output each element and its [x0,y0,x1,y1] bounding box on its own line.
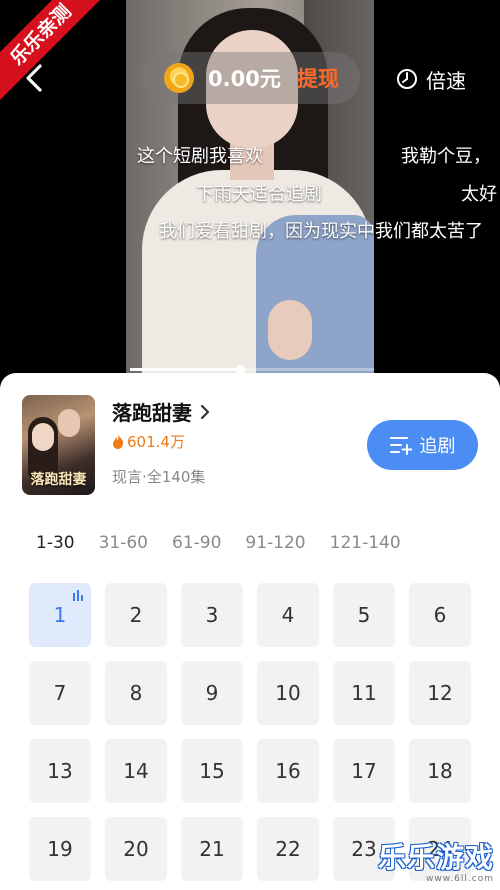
episode-number: 6 [433,603,447,627]
episode-item[interactable]: 16 [257,739,319,803]
poster-figure [58,409,80,437]
episode-item[interactable]: 8 [105,661,167,725]
episode-item[interactable]: 14 [105,739,167,803]
episode-item[interactable]: 12 [409,661,471,725]
episode-item[interactable]: 7 [29,661,91,725]
video-figure-hand [268,300,312,360]
episode-number: 18 [427,759,453,783]
episode-number: 13 [47,759,73,783]
episode-number: 4 [281,603,295,627]
danmaku-comment: 下雨天适合追剧 [196,184,322,205]
episode-item[interactable]: 6 [409,583,471,647]
episode-item[interactable]: 9 [181,661,243,725]
episode-number: 23 [351,837,377,861]
episode-number: 17 [351,759,377,783]
poster-title: 落跑甜妻 [30,472,87,488]
episode-item[interactable]: 20 [105,817,167,881]
video-progress-fill [130,368,240,371]
flame-icon [113,434,124,449]
episode-number: 7 [53,681,67,705]
playback-speed-label: 倍速 [426,68,466,93]
coin-balance-pill[interactable]: 0.00元 提现 [140,52,360,104]
withdraw-button[interactable]: 提现 [297,63,339,93]
episode-number: 8 [129,681,143,705]
drama-meta: 现言·全140集 [112,468,206,486]
episode-item[interactable]: 10 [257,661,319,725]
range-tab[interactable]: 121-140 [330,533,401,553]
range-tab[interactable]: 1-30 [36,533,75,553]
danmaku-comment: 太好 [461,184,497,205]
episode-number: 10 [275,681,301,705]
playback-speed-button[interactable]: 倍速 [396,64,466,94]
danmaku-comment: 我勒个豆， [401,146,491,167]
drama-title-link[interactable]: 落跑甜妻 [112,397,210,426]
range-tab[interactable]: 61-90 [172,533,221,553]
episode-range-tabs: 1-30 31-60 61-90 91-120 121-140 [36,533,425,553]
heat-value: 601.4万 [127,433,185,451]
episode-number: 2 [129,603,143,627]
now-playing-icon [71,590,83,601]
episode-item[interactable]: 4 [257,583,319,647]
watermark-logo: 乐乐游戏 [377,841,494,874]
episode-item[interactable]: 1 [29,583,91,647]
episode-number: 19 [47,837,73,861]
episode-number: 14 [123,759,149,783]
follow-drama-button[interactable]: 追剧 [367,420,478,470]
range-tab[interactable]: 31-60 [99,533,148,553]
episode-item[interactable]: 2 [105,583,167,647]
episode-item[interactable]: 3 [181,583,243,647]
episode-item[interactable]: 19 [29,817,91,881]
episode-number: 1 [53,603,67,627]
episode-number: 12 [427,681,453,705]
drama-heat: 601.4万 [112,431,185,452]
episode-number: 3 [205,603,219,627]
drama-title: 落跑甜妻 [112,401,192,425]
episode-item[interactable]: 21 [181,817,243,881]
danmaku-comment: 这个短剧我喜欢 [137,146,263,167]
episode-item[interactable]: 18 [409,739,471,803]
coin-amount: 0.00元 [208,67,281,91]
timer-icon [397,69,417,89]
episode-item[interactable]: 5 [333,583,395,647]
episode-number: 21 [199,837,225,861]
danmaku-comment: 我们爱看甜剧，因为现实中我们都太苦了 [159,221,483,242]
site-watermark: 乐乐游戏 www.6ll.com [378,836,494,884]
video-progress-bar[interactable] [130,365,374,374]
episode-sheet: 落跑甜妻 落跑甜妻 601.4万 现言·全140集 追剧 1-30 31-60 61… [0,373,500,890]
episode-number: 9 [205,681,219,705]
gold-coin-icon [164,63,194,93]
chevron-right-icon [200,404,210,419]
episode-number: 22 [275,837,301,861]
episode-item[interactable]: 11 [333,661,395,725]
episode-number: 20 [123,837,149,861]
episode-number: 16 [275,759,301,783]
add-to-list-icon [389,437,412,455]
episode-number: 5 [357,603,371,627]
episode-item[interactable]: 17 [333,739,395,803]
follow-drama-label: 追剧 [419,436,456,457]
video-player[interactable]: 这个短剧我喜欢 我勒个豆， 下雨天适合追剧 太好 我们爱看甜剧，因为现实中我们都… [0,0,500,380]
episode-item[interactable]: 22 [257,817,319,881]
poster-figure [32,423,54,451]
drama-poster[interactable]: 落跑甜妻 [22,395,95,495]
episode-number: 15 [199,759,225,783]
range-tab[interactable]: 91-120 [245,533,305,553]
episode-item[interactable]: 15 [181,739,243,803]
episode-item[interactable]: 13 [29,739,91,803]
episode-number: 11 [351,681,377,705]
